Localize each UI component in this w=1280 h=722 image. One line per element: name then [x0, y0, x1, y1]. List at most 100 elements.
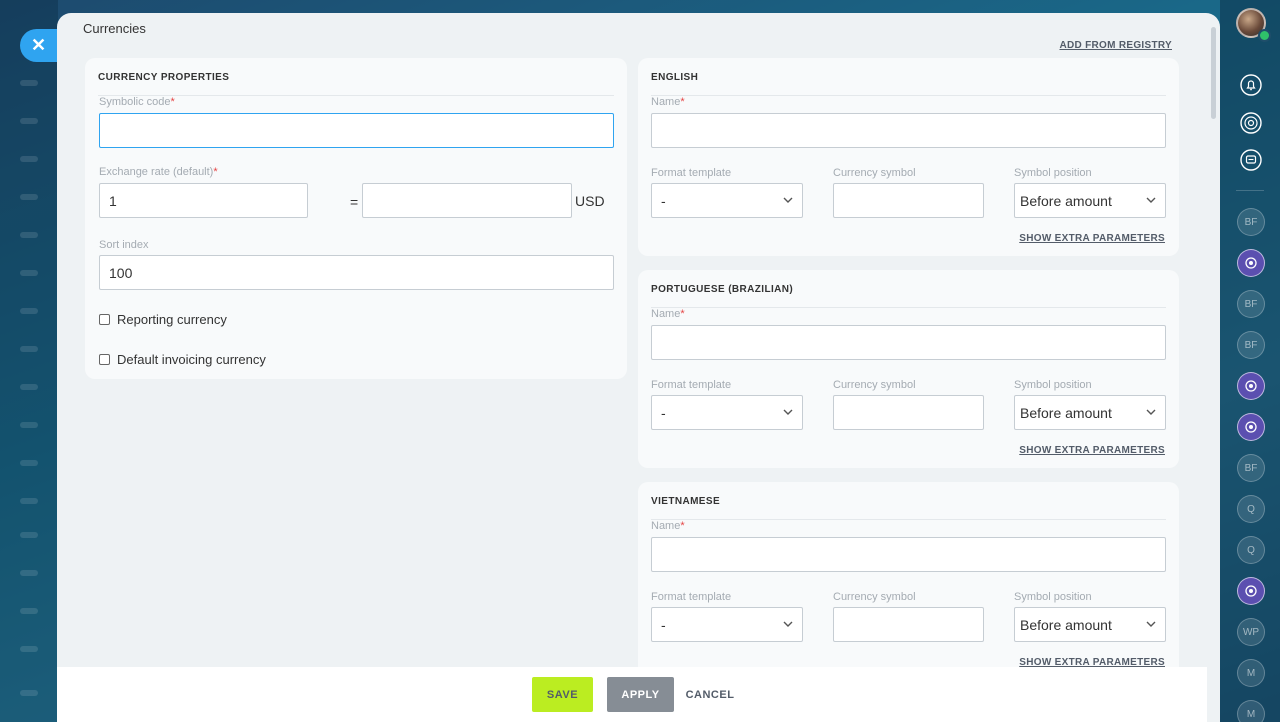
chat-icon[interactable]	[1237, 146, 1265, 174]
footer-bar: SAVE APPLY CANCEL	[57, 667, 1207, 722]
format-template-select[interactable]: -	[651, 183, 803, 218]
default-invoicing-currency-label: Default invoicing currency	[117, 352, 266, 367]
format-template-select[interactable]: -	[651, 395, 803, 430]
sidebar-item[interactable]	[20, 384, 38, 390]
sidebar-item[interactable]	[20, 460, 38, 466]
name-label: Name*	[651, 308, 685, 320]
chevron-down-icon	[783, 409, 793, 415]
divider	[651, 519, 1166, 520]
reporting-currency-label: Reporting currency	[117, 312, 227, 327]
contact-avatar-q[interactable]: Q	[1237, 495, 1265, 523]
default-invoicing-currency-checkbox[interactable]	[99, 354, 110, 365]
show-extra-parameters-link[interactable]: SHOW EXTRA PARAMETERS	[1019, 445, 1165, 456]
base-currency-label: USD	[575, 193, 605, 209]
currency-properties-card: CURRENCY PROPERTIES Symbolic code* Excha…	[85, 58, 627, 379]
sidebar-item[interactable]	[20, 422, 38, 428]
divider	[98, 95, 614, 96]
chevron-down-icon	[783, 197, 793, 203]
sidebar-item[interactable]	[20, 608, 38, 614]
card-title: PORTUGUESE (BRAZILIAN)	[651, 284, 794, 295]
format-template-label: Format template	[651, 379, 732, 391]
base-rate-input[interactable]	[362, 183, 572, 218]
reporting-currency-checkbox[interactable]	[99, 314, 110, 325]
contact-avatar-bf[interactable]: BF	[1237, 290, 1265, 318]
currency-symbol-input[interactable]	[833, 607, 984, 642]
currency-symbol-input[interactable]	[833, 183, 984, 218]
contact-avatar-wp[interactable]: WP	[1237, 618, 1265, 646]
contact-avatar-chat[interactable]	[1237, 413, 1265, 441]
sidebar-item[interactable]	[20, 570, 38, 576]
contact-avatar-bf[interactable]: BF	[1237, 454, 1265, 482]
default-invoicing-currency-row[interactable]: Default invoicing currency	[99, 352, 266, 367]
format-template-value: -	[661, 616, 666, 633]
contact-avatar-chat[interactable]	[1237, 372, 1265, 400]
chevron-down-icon	[783, 621, 793, 627]
contact-avatar-chat[interactable]	[1237, 577, 1265, 605]
sidebar-item[interactable]	[20, 118, 38, 124]
bell-icon[interactable]	[1237, 71, 1265, 99]
sidebar-item[interactable]	[20, 498, 38, 504]
symbolic-code-input[interactable]	[99, 113, 614, 148]
name-input[interactable]	[651, 537, 1166, 572]
equals-sign: =	[350, 194, 359, 210]
contact-avatar-bf[interactable]: BF	[1237, 208, 1265, 236]
sidebar-item[interactable]	[20, 690, 38, 696]
format-template-value: -	[661, 404, 666, 421]
cancel-button[interactable]: CANCEL	[685, 677, 735, 712]
contact-avatar-chat[interactable]	[1237, 249, 1265, 277]
language-card-english: ENGLISH Name* Format template - Currency…	[638, 58, 1179, 256]
contact-avatar-m[interactable]: M	[1237, 659, 1265, 687]
sidebar-item[interactable]	[20, 80, 38, 86]
chevron-down-icon	[1146, 409, 1156, 415]
save-button[interactable]: SAVE	[532, 677, 593, 712]
apply-button[interactable]: APPLY	[607, 677, 674, 712]
sidebar-item[interactable]	[20, 194, 38, 200]
sidebar-item[interactable]	[20, 270, 38, 276]
symbol-position-select[interactable]: Before amount	[1014, 607, 1166, 642]
online-status-badge	[1258, 29, 1271, 42]
name-input[interactable]	[651, 113, 1166, 148]
sidebar-item[interactable]	[20, 346, 38, 352]
symbolic-code-label: Symbolic code*	[99, 96, 175, 108]
page-title: Currencies	[83, 21, 146, 36]
currencies-panel: Currencies ADD FROM REGISTRY CURRENCY PR…	[57, 13, 1220, 722]
currency-symbol-input[interactable]	[833, 395, 984, 430]
divider	[651, 307, 1166, 308]
divider	[651, 95, 1166, 96]
exchange-rate-input[interactable]: 1	[99, 183, 308, 218]
sort-index-label: Sort index	[99, 239, 149, 251]
sidebar-item[interactable]	[20, 232, 38, 238]
card-title: ENGLISH	[651, 72, 699, 83]
name-label: Name*	[651, 96, 685, 108]
symbol-position-value: Before amount	[1020, 616, 1112, 633]
right-column: BF BF BF BF Q Q WP M M	[1220, 0, 1280, 722]
symbol-position-label: Symbol position	[1014, 379, 1092, 391]
symbol-position-select[interactable]: Before amount	[1014, 395, 1166, 430]
show-extra-parameters-link[interactable]: SHOW EXTRA PARAMETERS	[1019, 233, 1165, 244]
close-icon: ✕	[31, 35, 47, 55]
sidebar-item[interactable]	[20, 646, 38, 652]
sort-index-input[interactable]: 100	[99, 255, 614, 290]
scrollbar[interactable]	[1211, 27, 1216, 119]
symbol-position-value: Before amount	[1020, 192, 1112, 209]
exchange-rate-label: Exchange rate (default)*	[99, 166, 218, 178]
reporting-currency-row[interactable]: Reporting currency	[99, 312, 227, 327]
sidebar-item[interactable]	[20, 532, 38, 538]
format-template-value: -	[661, 192, 666, 209]
name-input[interactable]	[651, 325, 1166, 360]
contact-avatar-q[interactable]: Q	[1237, 536, 1265, 564]
sidebar-item[interactable]	[20, 308, 38, 314]
currency-symbol-label: Currency symbol	[833, 167, 916, 179]
name-label: Name*	[651, 520, 685, 532]
contact-avatar-bf[interactable]: BF	[1237, 331, 1265, 359]
symbol-position-select[interactable]: Before amount	[1014, 183, 1166, 218]
format-template-label: Format template	[651, 167, 732, 179]
contact-avatar-m[interactable]: M	[1237, 700, 1265, 722]
sidebar-item[interactable]	[20, 156, 38, 162]
add-from-registry-link[interactable]: ADD FROM REGISTRY	[1059, 40, 1172, 51]
symbol-position-label: Symbol position	[1014, 167, 1092, 179]
format-template-select[interactable]: -	[651, 607, 803, 642]
target-icon[interactable]	[1237, 109, 1265, 137]
language-card-portuguese: PORTUGUESE (BRAZILIAN) Name* Format temp…	[638, 270, 1179, 468]
symbol-position-label: Symbol position	[1014, 591, 1092, 603]
